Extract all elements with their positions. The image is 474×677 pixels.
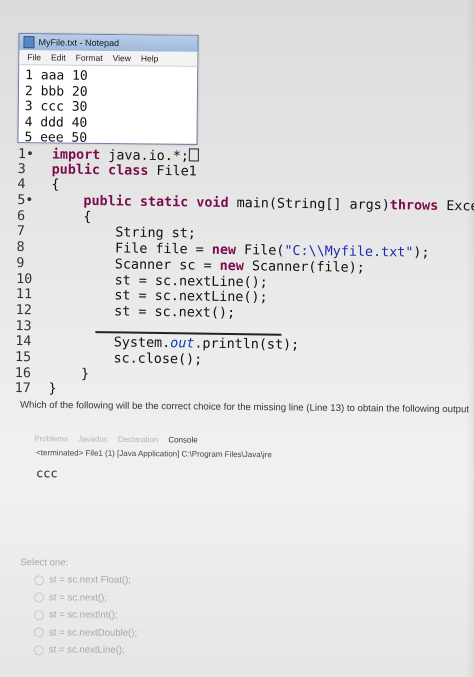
code-token: {: [50, 209, 92, 225]
answer-option[interactable]: st = sc.next Float();: [20, 571, 320, 590]
answer-option[interactable]: st = sc.nextLine();: [20, 641, 320, 660]
line-number: 1•: [17, 146, 35, 163]
console-tabs: Problems Javadoc Declaration Console: [24, 430, 464, 450]
code-token: "C:\\Myfile.txt": [284, 243, 414, 261]
answer-option-label[interactable]: st = sc.next();: [49, 592, 107, 603]
line-number: 5•: [17, 193, 34, 209]
answer-option[interactable]: st = sc.nextDouble();: [20, 624, 320, 643]
console-status: <terminated> File1 (1) [Java Application…: [36, 448, 272, 460]
photo-shadow: [466, 0, 474, 677]
code-token: File(: [235, 243, 285, 259]
radio-button[interactable]: [33, 645, 44, 656]
code-token: void: [196, 195, 229, 212]
code-token: File1: [148, 163, 197, 180]
radio-button[interactable]: [33, 610, 44, 621]
notepad-text-area[interactable]: 1 aaa 10 2 bbb 20 3 ccc 30 4 ddd 40 5 ee…: [18, 65, 197, 147]
notepad-icon: [23, 36, 35, 49]
notepad-window: MyFile.txt - Notepad File Edit Format Vi…: [17, 33, 199, 147]
code-token: Scanner sc =: [50, 256, 220, 274]
code-token: public: [51, 162, 101, 178]
code-token: static: [139, 194, 189, 211]
tab-javadoc[interactable]: Javadoc: [78, 434, 108, 443]
answer-option[interactable]: st = sc.nextInt();: [20, 606, 320, 625]
code-token: public: [83, 193, 132, 210]
menu-edit[interactable]: Edit: [51, 52, 66, 62]
tab-declaration[interactable]: Declaration: [118, 434, 159, 443]
line-number: 6: [16, 208, 26, 224]
notepad-line: 3 ccc 30: [24, 99, 88, 115]
code-editor[interactable]: 1• import java.io.*; 3 public class File1 4 {…: [14, 146, 474, 410]
notepad-line: 5 eee 50: [24, 130, 88, 146]
line-number: 14: [15, 334, 32, 350]
line-number: 10: [16, 271, 33, 287]
code-token: );: [413, 245, 430, 261]
code-token: class: [108, 162, 149, 179]
tab-problems[interactable]: Problems: [34, 434, 68, 443]
code-token: File file =: [50, 240, 212, 258]
console-output: ccc: [35, 466, 58, 481]
code-token: sc.close();: [48, 350, 203, 368]
code-token: new: [211, 242, 237, 259]
answer-option-label[interactable]: st = sc.nextLine();: [49, 645, 125, 656]
line-number: 11: [15, 287, 33, 303]
code-token: new: [219, 258, 244, 274]
code-token: out: [170, 336, 195, 352]
code-token: throws: [389, 198, 439, 214]
answer-option[interactable]: st = sc.next();: [20, 589, 320, 608]
code-token: st = sc.next();: [49, 303, 236, 321]
missing-line-marker: [95, 330, 282, 336]
code-token: System.: [49, 334, 171, 352]
code-token: }: [48, 366, 90, 382]
notepad-line: 4 ddd 40: [24, 114, 88, 131]
radio-button[interactable]: [34, 592, 45, 603]
menu-help[interactable]: Help: [141, 53, 159, 63]
notepad-titlebar[interactable]: MyFile.txt - Notepad: [19, 34, 198, 52]
code-token: Scanner(file);: [243, 258, 365, 276]
line-number: 13: [15, 318, 32, 334]
answer-option-label[interactable]: st = sc.nextInt();: [49, 610, 118, 621]
notepad-line: 2 bbb 20: [24, 83, 88, 100]
code-token: main(String[] args): [228, 196, 390, 214]
text-cursor-icon: [188, 148, 200, 162]
notepad-line: 1 aaa 10: [25, 68, 88, 84]
code-token: import: [51, 147, 101, 164]
menu-view[interactable]: View: [113, 53, 131, 63]
line-number: 3: [17, 161, 26, 177]
menu-file[interactable]: File: [27, 52, 41, 62]
answer-option-label[interactable]: st = sc.nextDouble();: [49, 627, 137, 638]
radio-button[interactable]: [33, 627, 44, 638]
code-token: String st;: [50, 224, 197, 242]
notepad-title: MyFile.txt - Notepad: [38, 37, 120, 49]
answer-options: Select one: st = sc.next Float(); st = s…: [20, 557, 321, 660]
code-token: .println(st);: [194, 336, 300, 354]
line-number: 15: [14, 349, 32, 366]
line-number: 17: [14, 381, 31, 397]
code-token: java.io.*;: [100, 148, 190, 165]
line-number: 16: [14, 365, 32, 381]
console-panel: Problems Javadoc Declaration Console <te…: [24, 430, 465, 514]
line-number: 8: [16, 240, 25, 256]
line-number: 9: [16, 255, 25, 271]
select-one-label: Select one:: [20, 557, 69, 569]
code-token: {: [51, 177, 60, 193]
line-number: 4: [17, 177, 26, 193]
answer-option-label[interactable]: st = sc.next Float();: [49, 575, 131, 586]
code-token: }: [48, 381, 57, 397]
radio-button[interactable]: [34, 575, 45, 586]
line-number: 12: [15, 302, 32, 319]
menu-format[interactable]: Format: [76, 53, 103, 63]
line-number: 7: [16, 224, 25, 240]
tab-console[interactable]: Console: [168, 435, 197, 444]
